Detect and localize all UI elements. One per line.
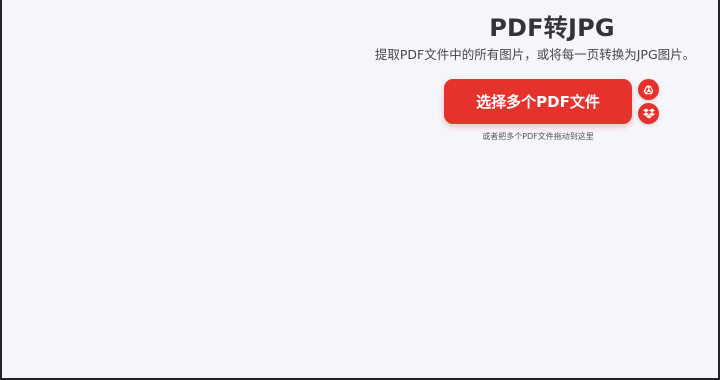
google-drive-button[interactable] — [638, 79, 659, 100]
dropbox-button[interactable] — [638, 103, 659, 124]
select-pdf-files-button[interactable]: 选择多个PDF文件 — [444, 79, 632, 124]
drop-files-hint: 或者把多个PDF文件拖动到这里 — [482, 132, 594, 141]
page-title: PDF转JPG — [489, 14, 615, 42]
google-drive-icon — [643, 80, 654, 99]
page-frame: PDF转JPG 提取PDF文件中的所有图片，或将每一页转换为JPG图片。 选择多… — [0, 0, 720, 380]
dropbox-icon — [642, 104, 655, 123]
page-subtitle: 提取PDF文件中的所有图片，或将每一页转换为JPG图片。 — [374, 47, 696, 62]
